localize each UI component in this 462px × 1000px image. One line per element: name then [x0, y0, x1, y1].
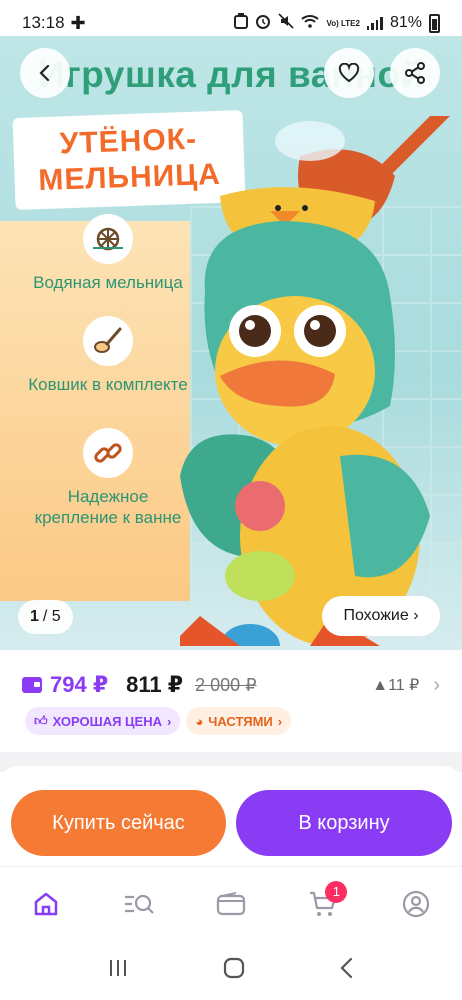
wifi-icon — [301, 14, 320, 33]
share-icon — [405, 62, 425, 84]
product-image-carousel[interactable]: Игрушка для ванной УТЁНОК-МЕЛЬНИЦА Водян… — [0, 36, 462, 650]
price-row[interactable]: 794 ₽ 811 ₽ 2 000 ₽ ▲11 ₽ › — [22, 670, 440, 700]
profile-icon — [402, 890, 429, 917]
good-price-label: ХОРОШАЯ ЦЕНА — [52, 713, 163, 729]
feature-item: Ковшик в комплекте — [28, 316, 188, 395]
back-button[interactable] — [20, 48, 70, 98]
feature-item: Надежное крепление к ванне — [28, 428, 188, 528]
pie-chart-icon: ◕ — [195, 713, 204, 729]
status-icons: Vo) LTE2 81% — [234, 12, 440, 34]
installments-badge[interactable]: ◕ ЧАСТЯМИ › — [186, 707, 292, 735]
screenshot-icon — [234, 12, 249, 34]
installments-label: ЧАСТЯМИ — [208, 713, 273, 729]
wallet-icon — [22, 677, 42, 693]
status-time: 13:18 — [22, 13, 65, 32]
image-counter: 1 / 5 — [18, 600, 73, 634]
system-back-button[interactable] — [339, 957, 355, 984]
feature-text: Ковшик в комплекте — [28, 375, 188, 394]
back-arrow-icon — [39, 65, 50, 81]
bottom-tab-bar: 1 — [0, 866, 462, 940]
similar-button[interactable]: Похожие › — [322, 596, 440, 636]
heart-icon — [338, 63, 360, 83]
home-square-icon — [223, 957, 245, 978]
price-increase: ▲11 ₽ — [372, 677, 420, 694]
main-price: 811 ₽ — [126, 672, 184, 697]
share-button[interactable] — [390, 48, 440, 98]
old-price: 2 000 ₽ — [195, 674, 257, 695]
tab-cart[interactable]: 1 — [298, 879, 348, 929]
network-label: Vo) LTE2 — [326, 18, 360, 28]
image-counter-current: 1 — [30, 608, 39, 625]
health-plus-icon: ✚ — [70, 12, 86, 33]
home-icon — [34, 892, 58, 915]
chevron-right-icon: › — [167, 713, 172, 729]
buy-now-button[interactable]: Купить сейчас — [11, 790, 226, 856]
price-section: 794 ₽ 811 ₽ 2 000 ₽ ▲11 ₽ › 👍︎ ХОРОШАЯ Ц… — [0, 650, 462, 752]
battery-icon — [429, 13, 440, 33]
wallet-tab-icon — [216, 891, 246, 915]
feature-text: Водяная мельница — [33, 273, 183, 292]
system-navigation-bar — [0, 940, 462, 1000]
signal-icon — [366, 16, 383, 30]
battery-percent: 81% — [389, 14, 422, 31]
good-price-badge[interactable]: 👍︎ ХОРОШАЯ ЦЕНА › — [25, 707, 181, 735]
thumbs-up-icon: 👍︎ — [34, 713, 48, 728]
card-price: 794 ₽ — [50, 672, 109, 697]
chevron-right-icon: › — [277, 713, 283, 729]
tab-catalog[interactable] — [114, 879, 164, 929]
chevron-right-icon: › — [433, 673, 440, 696]
recent-apps-icon — [110, 959, 126, 976]
cart-count-badge: 1 — [325, 880, 348, 903]
tab-home[interactable] — [21, 879, 71, 929]
feature-item: Водяная мельница — [28, 214, 188, 293]
duck-toy-illustration — [180, 116, 450, 646]
alarm-icon — [255, 13, 271, 34]
tab-profile[interactable] — [391, 879, 441, 929]
recent-apps-button[interactable] — [107, 958, 129, 983]
water-wheel-icon — [83, 214, 133, 264]
ladle-icon — [83, 316, 133, 366]
image-counter-total: / 5 — [42, 608, 61, 625]
home-system-button[interactable] — [223, 957, 245, 984]
favorite-button[interactable] — [324, 48, 374, 98]
tab-wallet[interactable] — [206, 879, 256, 929]
chain-link-icon — [83, 428, 133, 478]
add-to-cart-button[interactable]: В корзину — [236, 790, 452, 856]
back-chevron-icon — [340, 957, 353, 978]
mute-icon — [278, 12, 295, 34]
price-badges: 👍︎ ХОРОШАЯ ЦЕНА › ◕ ЧАСТЯМИ › — [25, 707, 292, 735]
feature-text: Надежное крепление к ванне — [34, 487, 182, 527]
catalog-search-icon — [124, 894, 154, 914]
